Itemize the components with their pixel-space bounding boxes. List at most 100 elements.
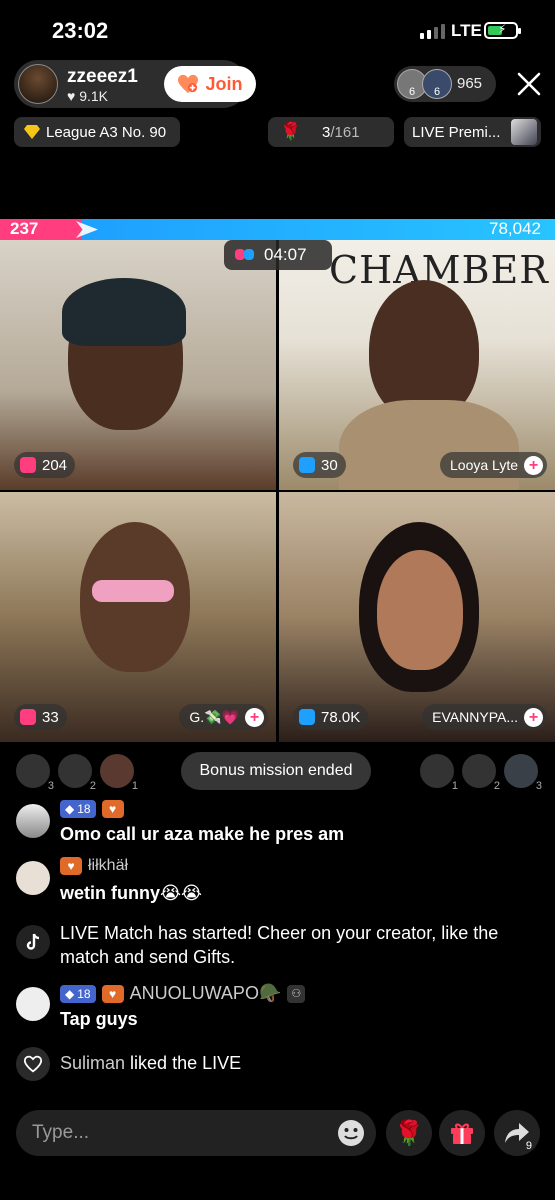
emoji-icon[interactable] (336, 1118, 366, 1148)
guest-video-4[interactable]: 78.0K EVANNYPA... + (279, 492, 555, 742)
team-heart-badge: ♥ (101, 800, 124, 818)
system-text: LIVE Match has started! Cheer on your cr… (60, 923, 499, 967)
like-username: Suliman (60, 1053, 126, 1073)
rose-gift-button[interactable]: 🌹 (386, 1110, 432, 1156)
rank-total: /161 (330, 123, 360, 141)
gifter-rank: 2 (493, 780, 500, 792)
level-value: 18 (77, 986, 91, 1001)
user-avatar[interactable] (16, 804, 50, 838)
chat-username: łiłkhäł (88, 857, 129, 874)
viewer-badge: 6 (433, 86, 441, 98)
beanie (62, 278, 186, 346)
guest-score: 204 (42, 456, 68, 474)
gifter-rank: 3 (535, 780, 542, 792)
gift-icon (451, 1123, 473, 1144)
share-button[interactable]: 9 (494, 1110, 540, 1156)
host-name: zzeeez1 (67, 66, 138, 87)
guest-score-badge: 33 (14, 704, 67, 730)
level-badge: ◆ 18 (60, 800, 96, 818)
follow-plus-icon[interactable]: + (524, 707, 543, 727)
live-premium-tag[interactable]: LIVE Premi... (404, 117, 541, 147)
gifter-avatar[interactable]: 1 (420, 754, 458, 792)
guest-video-1[interactable]: 204 (0, 240, 276, 490)
network-label: LTE (451, 21, 482, 40)
level-value: 18 (77, 802, 91, 816)
guest-name-tag[interactable]: G.💸💗 + (179, 704, 268, 730)
guest-score-badge: 30 (293, 452, 346, 478)
group-icon: ⚇ (287, 984, 306, 1003)
like-action: liked the LIVE (130, 1053, 242, 1073)
rose-icon: 🌹 (394, 1119, 424, 1147)
right-team-score: 78,042 (489, 219, 541, 238)
join-label: Join (205, 73, 243, 94)
chat-username: ANUOLUWAPO🪖 (129, 983, 282, 1003)
top-viewer-avatar[interactable]: 6 (422, 69, 452, 99)
follow-plus-icon[interactable]: + (524, 455, 543, 475)
gifter-avatar[interactable]: 1 (100, 754, 138, 792)
gifter-avatar[interactable]: 3 (16, 754, 54, 792)
user-avatar[interactable] (16, 861, 50, 895)
chat-text: Tap guys (60, 1009, 138, 1029)
signal-icon (420, 24, 445, 39)
comment-input[interactable]: Type... (16, 1110, 376, 1156)
gifter-avatar[interactable]: 2 (58, 754, 96, 792)
alarm-icon (299, 457, 315, 473)
team-heart-badge: ♥ (60, 857, 82, 875)
guest-score-badge: 204 (14, 452, 76, 478)
guest-name-tag[interactable]: Looya Lyte + (440, 452, 547, 478)
gifter-avatar[interactable]: 2 (462, 754, 500, 792)
chat-message[interactable]: ♥ łiłkhäł wetin funny😭😭 (16, 857, 546, 909)
left-team-score: 237 (10, 219, 39, 238)
host-avatar[interactable] (18, 64, 58, 104)
bonus-mission-banner: Bonus mission ended (181, 752, 371, 790)
gifter-rank: 1 (451, 780, 458, 792)
share-count: 9 (525, 1140, 532, 1152)
chat-text: Omo call ur aza make he pres am (60, 824, 345, 844)
like-event: Suliman liked the LIVE (16, 1045, 546, 1085)
rank-tag[interactable]: 🌹 3/161 (268, 117, 394, 147)
tiktok-icon (16, 925, 50, 959)
gifter-avatar[interactable]: 3 (504, 754, 542, 792)
team-heart-badge: ♥ (101, 984, 124, 1003)
viewer-badge: 6 (408, 86, 416, 98)
chat-message[interactable]: ◆ 18 ♥ ANUOLUWAPO🪖 ⚇ Tap guys (16, 983, 546, 1035)
diamond-icon (24, 125, 40, 139)
guest-video-3[interactable]: 33 G.💸💗 + (0, 492, 276, 742)
chat-text: wetin funny😭😭 (60, 883, 203, 903)
timer-value: 04:07 (264, 245, 307, 264)
guest-name: EVANNYPA... (432, 709, 518, 725)
chat-message[interactable]: ◆ 18 ♥ Omo call ur aza make he pres am (16, 800, 546, 850)
guest-name: Looya Lyte (450, 457, 518, 473)
league-label: League A3 No. 90 (46, 123, 167, 141)
guest-name-tag[interactable]: EVANNYPA... + (422, 704, 547, 730)
gifter-rank: 2 (89, 780, 96, 792)
gift-button[interactable] (439, 1110, 485, 1156)
guest-video-2[interactable]: CHAMBER 30 Looya Lyte + (279, 240, 555, 490)
alarm-icon (20, 709, 36, 725)
host-info[interactable]: zzeeez1 ♥ 9.1K Join (14, 60, 256, 108)
gloves-icon (235, 249, 254, 260)
multi-guest-grid: 204 CHAMBER 30 Looya Lyte + 33 G.💸💗 + 78… (0, 240, 555, 742)
close-icon[interactable] (515, 70, 543, 98)
alarm-icon (20, 457, 36, 473)
host-likes: ♥ 9.1K (67, 88, 109, 104)
rose-icon: 🌹 (280, 122, 302, 141)
host-likes-count: 9.1K (79, 88, 109, 104)
alarm-icon (299, 709, 315, 725)
league-tag[interactable]: League A3 No. 90 (14, 117, 180, 147)
heart-plus-icon (178, 74, 199, 94)
level-badge: ◆ 18 (60, 984, 96, 1003)
guest-name: G.💸💗 (189, 708, 239, 725)
guest-score-badge: 78.0K (293, 704, 369, 730)
live-premium-label: LIVE Premi... (412, 123, 501, 141)
join-button[interactable]: Join (164, 66, 256, 102)
follow-plus-icon[interactable]: + (245, 707, 264, 727)
user-avatar[interactable] (16, 987, 50, 1021)
eye-patches (92, 580, 174, 602)
gifter-rank: 3 (47, 780, 54, 792)
guest-score: 30 (321, 456, 338, 474)
guest-score: 33 (42, 708, 59, 726)
live-premium-thumbnail (511, 119, 537, 145)
status-bar: 23:02 LTE ⚡ (0, 0, 555, 60)
viewer-list[interactable]: 6 6 965 (394, 66, 496, 102)
